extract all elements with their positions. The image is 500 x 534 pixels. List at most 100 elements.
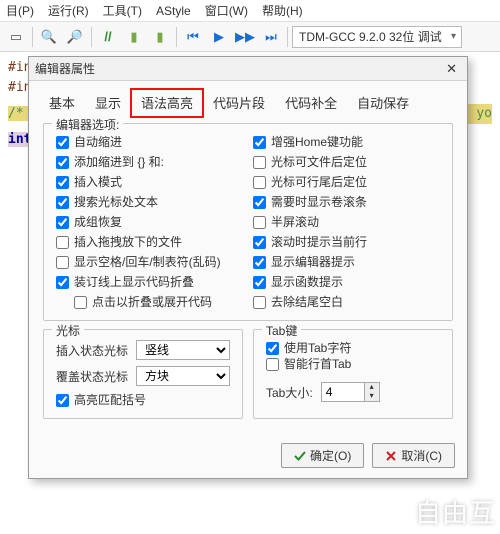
- option-row: 显示编辑器提示: [253, 254, 440, 270]
- option-label: 自动缩进: [74, 134, 122, 150]
- option-checkbox[interactable]: [253, 236, 266, 249]
- tab-snippets[interactable]: 代码片段: [203, 89, 275, 117]
- tab-size-label: Tab大小:: [266, 384, 313, 401]
- tab-basic[interactable]: 基本: [39, 89, 85, 117]
- dialog-body: 编辑器选项: 自动缩进添加缩进到 {} 和: 插入模式搜索光标处文本成组恢复插入拖…: [29, 117, 467, 437]
- option-label: 添加缩进到 {} 和:: [74, 154, 164, 170]
- option-row: 光标可行尾后定位: [253, 174, 440, 190]
- menu-item[interactable]: AStyle: [156, 4, 191, 18]
- menu-item[interactable]: 工具(T): [103, 2, 142, 19]
- option-checkbox[interactable]: [253, 216, 266, 229]
- option-label: 光标可行尾后定位: [271, 174, 367, 190]
- option-row: 显示空格/回车/制表符(乱码): [56, 254, 243, 270]
- option-label: 显示函数提示: [271, 274, 343, 290]
- block-icon-a[interactable]: ▮: [122, 25, 146, 49]
- menu-item[interactable]: 目(P): [6, 2, 34, 19]
- spin-down-icon[interactable]: ▾: [365, 392, 379, 401]
- option-checkbox[interactable]: [253, 176, 266, 189]
- highlight-match-checkbox[interactable]: [56, 394, 69, 407]
- smart-tab-checkbox[interactable]: [266, 358, 279, 371]
- option-checkbox[interactable]: [253, 276, 266, 289]
- option-label: 光标可文件后定位: [271, 154, 367, 170]
- option-checkbox[interactable]: [56, 256, 69, 269]
- option-checkbox[interactable]: [56, 216, 69, 229]
- compiler-label: TDM-GCC 9.2.0 32位 调试: [299, 28, 442, 45]
- play-icon[interactable]: ▶: [207, 25, 231, 49]
- check-icon: [294, 450, 306, 462]
- option-row: 半屏滚动: [253, 214, 440, 230]
- use-tab-checkbox[interactable]: [266, 342, 279, 355]
- option-label: 需要时显示卷滚条: [271, 194, 367, 210]
- option-row: 滚动时提示当前行: [253, 234, 440, 250]
- dialog-titlebar: 编辑器属性 ✕: [29, 57, 467, 81]
- option-row: 自动缩进: [56, 134, 243, 150]
- option-checkbox[interactable]: [253, 196, 266, 209]
- option-row: 插入模式: [56, 174, 243, 190]
- separator: [32, 27, 33, 47]
- tab-key-group: Tab键 使用Tab字符 智能行首Tab Tab大小: ▴ ▾: [253, 329, 453, 419]
- step-over-icon[interactable]: ⏭: [259, 25, 283, 49]
- menu-item[interactable]: 运行(R): [48, 2, 89, 19]
- compiler-select[interactable]: TDM-GCC 9.2.0 32位 调试: [292, 26, 462, 48]
- dialog-button-bar: 确定(O) 取消(C): [29, 437, 467, 478]
- comment-icon[interactable]: //: [96, 25, 120, 49]
- tab-autosave[interactable]: 自动保存: [347, 89, 419, 117]
- overwrite-caret-select[interactable]: 方块: [136, 366, 230, 386]
- step-back-icon[interactable]: ⏮: [181, 25, 205, 49]
- cursor-group: 光标 插入状态光标 竖线 覆盖状态光标 方块 高亮匹配括号: [43, 329, 243, 419]
- tab-display[interactable]: 显示: [85, 89, 131, 117]
- option-label: 去除结尾空白: [271, 294, 343, 310]
- search-icon[interactable]: 🔍: [37, 25, 61, 49]
- option-checkbox[interactable]: [253, 156, 266, 169]
- option-checkbox[interactable]: [253, 136, 266, 149]
- option-checkbox[interactable]: [253, 296, 266, 309]
- option-label: 装订线上显示代码折叠: [74, 274, 194, 290]
- tool-button[interactable]: ▭: [4, 25, 28, 49]
- option-label: 插入拖拽放下的文件: [74, 234, 182, 250]
- separator: [287, 27, 288, 47]
- menu-item[interactable]: 窗口(W): [205, 2, 248, 19]
- option-checkbox[interactable]: [56, 176, 69, 189]
- fast-forward-icon[interactable]: ▶▶: [233, 25, 257, 49]
- menu-item[interactable]: 帮助(H): [262, 2, 303, 19]
- option-row: 添加缩进到 {} 和:: [56, 154, 243, 170]
- group-title: Tab键: [262, 322, 301, 339]
- block-icon-b[interactable]: ▮: [148, 25, 172, 49]
- menu-bar: 目(P) 运行(R) 工具(T) AStyle 窗口(W) 帮助(H): [0, 0, 500, 22]
- option-row: 光标可文件后定位: [253, 154, 440, 170]
- insert-caret-select[interactable]: 竖线: [136, 340, 230, 360]
- tab-syntax-highlight[interactable]: 语法高亮: [131, 89, 203, 117]
- option-label: 搜索光标处文本: [74, 194, 158, 210]
- option-label: 插入模式: [74, 174, 122, 190]
- search-plus-icon[interactable]: 🔎: [63, 25, 87, 49]
- option-row: 插入拖拽放下的文件: [56, 234, 243, 250]
- option-checkbox[interactable]: [56, 156, 69, 169]
- option-row: 装订线上显示代码折叠: [56, 274, 243, 290]
- option-row: 需要时显示卷滚条: [253, 194, 440, 210]
- group-title: 光标: [52, 322, 84, 339]
- separator: [91, 27, 92, 47]
- option-label: 半屏滚动: [271, 214, 319, 230]
- cancel-button[interactable]: 取消(C): [372, 443, 455, 468]
- insert-caret-label: 插入状态光标: [56, 342, 128, 359]
- option-label: 显示编辑器提示: [271, 254, 355, 270]
- editor-options-group: 编辑器选项: 自动缩进添加缩进到 {} 和:插入模式搜索光标处文本成组恢复插入拖…: [43, 123, 453, 321]
- option-row: 增强Home键功能: [253, 134, 440, 150]
- option-checkbox[interactable]: [56, 136, 69, 149]
- option-checkbox[interactable]: [74, 296, 87, 309]
- ok-button[interactable]: 确定(O): [281, 443, 364, 468]
- option-checkbox[interactable]: [56, 276, 69, 289]
- option-label: 点击以折叠或展开代码: [92, 294, 212, 310]
- use-tab-label: 使用Tab字符: [284, 340, 351, 356]
- tab-size-input[interactable]: [321, 382, 365, 402]
- dialog-tabs: 基本 显示 语法高亮 代码片段 代码补全 自动保存: [29, 81, 467, 117]
- tab-autocomplete[interactable]: 代码补全: [275, 89, 347, 117]
- option-checkbox[interactable]: [253, 256, 266, 269]
- option-row: 成组恢复: [56, 214, 243, 230]
- group-title: 编辑器选项:: [52, 116, 123, 133]
- option-checkbox[interactable]: [56, 196, 69, 209]
- overwrite-caret-label: 覆盖状态光标: [56, 368, 128, 385]
- close-icon[interactable]: ✕: [442, 61, 461, 77]
- x-icon: [385, 450, 397, 462]
- option-checkbox[interactable]: [56, 236, 69, 249]
